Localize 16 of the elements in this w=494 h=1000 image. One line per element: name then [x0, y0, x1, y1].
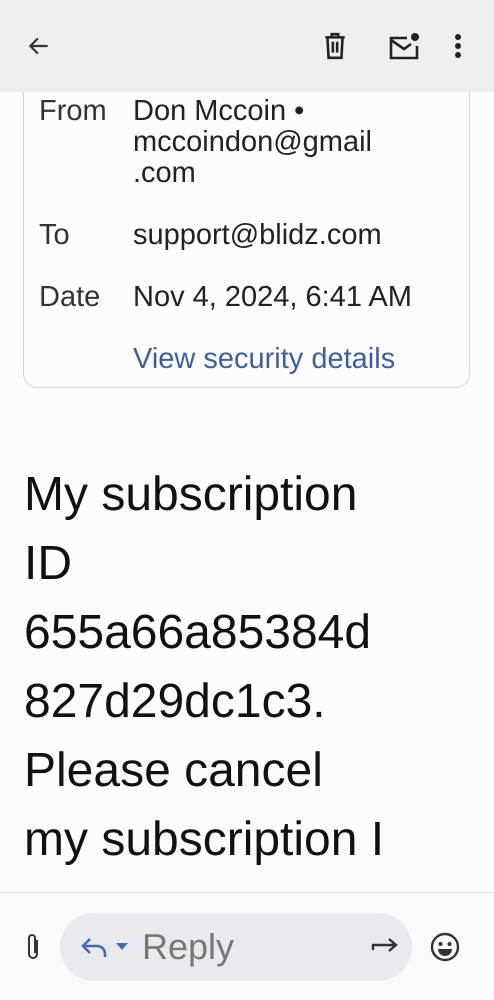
sender-email: mccoindon@gmail.com — [133, 127, 373, 189]
from-label: From — [39, 96, 108, 129]
more-icon[interactable] — [454, 33, 462, 59]
date-label: Date — [39, 282, 102, 313]
reply-field[interactable]: Reply — [140, 924, 370, 968]
emoji-icon[interactable] — [430, 932, 460, 962]
reply-bar[interactable]: Reply — [60, 912, 412, 980]
mail-unread-icon[interactable] — [388, 32, 420, 60]
reply-icon[interactable] — [80, 936, 108, 958]
recipient-email: support@blidz.com — [133, 220, 383, 251]
sender-name: Don Mccoin • — [133, 96, 306, 127]
security-details-link[interactable]: View security details — [133, 344, 469, 375]
to-label: To — [39, 220, 71, 251]
message-body: My subscription ID 655a66a85384d 827d29dc1c3. Please cancel my subscription I — [24, 467, 386, 868]
date-value: Nov 4, 2024, 6:41 AM — [133, 282, 413, 313]
caret-icon[interactable] — [116, 942, 128, 950]
